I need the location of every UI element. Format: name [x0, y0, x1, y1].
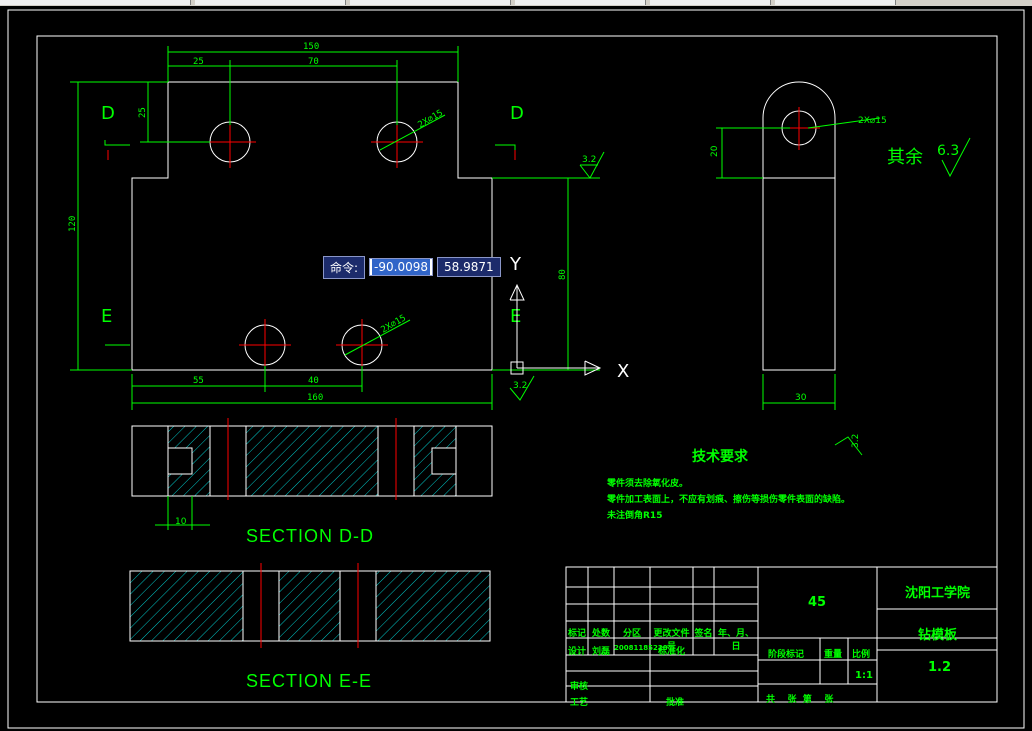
- roughness-note: 其余: [887, 147, 923, 168]
- ucs-x-label: X: [617, 361, 629, 382]
- toolbar-tab[interactable]: [515, 0, 646, 5]
- tech-req-line: 零件加工表面上，不应有划痕、擦伤等损伤零件表面的缺陷。: [607, 495, 851, 505]
- review-label: 审核: [570, 682, 589, 692]
- section-marker-e-left: E: [101, 306, 112, 327]
- tech-req-title: 技术要求: [692, 449, 748, 465]
- x-input-value: -90.0098: [372, 259, 430, 275]
- tech-req-line: 零件须去除氧化皮。: [607, 479, 689, 489]
- hole-note-top: 2X⌀15: [417, 108, 445, 130]
- front-dim-text: 150 25 70 160 55 40 120 80 25 2X⌀15 2X⌀1…: [68, 42, 568, 403]
- ucs-icon: [509, 283, 602, 376]
- approve-label: 批准: [666, 698, 685, 708]
- designer-name: 刘磊: [591, 647, 610, 657]
- ucs-y-label: Y: [509, 254, 522, 275]
- dim-120: 120: [68, 216, 78, 232]
- ratio-label: 比例: [852, 650, 871, 660]
- cad-drawing[interactable]: 150 25 70 160 55 40 120 80 25 2X⌀15 2X⌀1…: [0, 6, 1032, 731]
- drawing-canvas[interactable]: 150 25 70 160 55 40 120 80 25 2X⌀15 2X⌀1…: [0, 6, 1032, 731]
- roughness-label: 3.2: [582, 155, 596, 165]
- dim-80: 80: [558, 269, 568, 280]
- section-ee-hatch: [375, 570, 491, 642]
- dim-160: 160: [307, 393, 323, 403]
- dim-25: 25: [193, 57, 204, 67]
- x-input-field[interactable]: -90.0098: [369, 258, 433, 276]
- standardize-label: 标准化: [657, 647, 685, 657]
- section-ee-hatch: [278, 570, 341, 642]
- centerlines: [204, 116, 423, 371]
- hole-note-bottom: 2X⌀15: [380, 313, 408, 335]
- side-dimensions: [716, 117, 881, 456]
- section-dd-title: SECTION D-D: [246, 526, 374, 546]
- section-dd-hatch: [245, 425, 379, 497]
- section-ee-hatch: [129, 570, 244, 642]
- dim-20: 20: [710, 145, 720, 157]
- section-marker-d-right: D: [510, 103, 524, 124]
- roughness-label: 3.2: [513, 381, 527, 391]
- front-view-outline: [131, 81, 493, 371]
- dim-40: 40: [308, 376, 319, 386]
- process-label: 工艺: [570, 698, 589, 708]
- roughness-value: 6.3: [937, 143, 959, 159]
- side-hole-note: 2X⌀15: [858, 116, 887, 126]
- section-marker-d-left: D: [101, 103, 115, 124]
- school-name: 沈阳工学院: [905, 586, 971, 601]
- dynamic-input: 命令: -90.0098 58.9871: [323, 255, 501, 279]
- tech-req-line: 未注倒角R15: [607, 511, 663, 521]
- dim-55: 55: [193, 376, 204, 386]
- material: 45: [808, 595, 827, 610]
- dim-10: 10: [175, 517, 187, 527]
- dim-25-left: 25: [138, 107, 148, 118]
- toolbar-tab[interactable]: [350, 0, 511, 5]
- toolbar-tab[interactable]: [650, 0, 771, 5]
- drawing-number: 1.2: [928, 660, 952, 675]
- toolbar-tab[interactable]: [0, 0, 191, 5]
- side-roughness-low: 3.2: [851, 434, 861, 448]
- tech-req-list: 零件须去除氧化皮。 零件加工表面上，不应有划痕、擦伤等损伤零件表面的缺陷。 未注…: [607, 476, 850, 524]
- front-dimensions: [70, 46, 600, 410]
- section-marker-e-right: E: [510, 306, 521, 327]
- toolbar-tab[interactable]: [775, 0, 896, 5]
- design-row: 设计 刘磊 20081185220 标准化: [566, 644, 758, 657]
- part-name: 钻模板: [918, 628, 958, 643]
- toolbar-tab[interactable]: [195, 0, 346, 5]
- dim-150: 150: [303, 42, 319, 52]
- stage-mark-label: 阶段标记: [768, 650, 805, 660]
- weight-label: 重量: [824, 650, 843, 660]
- command-prompt: 命令:: [323, 255, 366, 279]
- sheet-count: 共 张 第 张: [766, 695, 834, 705]
- designer-id: 20081185220: [614, 644, 668, 652]
- section-ee-title: SECTION E-E: [246, 671, 373, 691]
- design-label: 设计: [567, 647, 586, 657]
- y-input-field[interactable]: 58.9871: [437, 257, 501, 277]
- scale-value: 1:1: [855, 670, 873, 681]
- dim-70: 70: [308, 57, 319, 67]
- dim-30: 30: [795, 393, 807, 403]
